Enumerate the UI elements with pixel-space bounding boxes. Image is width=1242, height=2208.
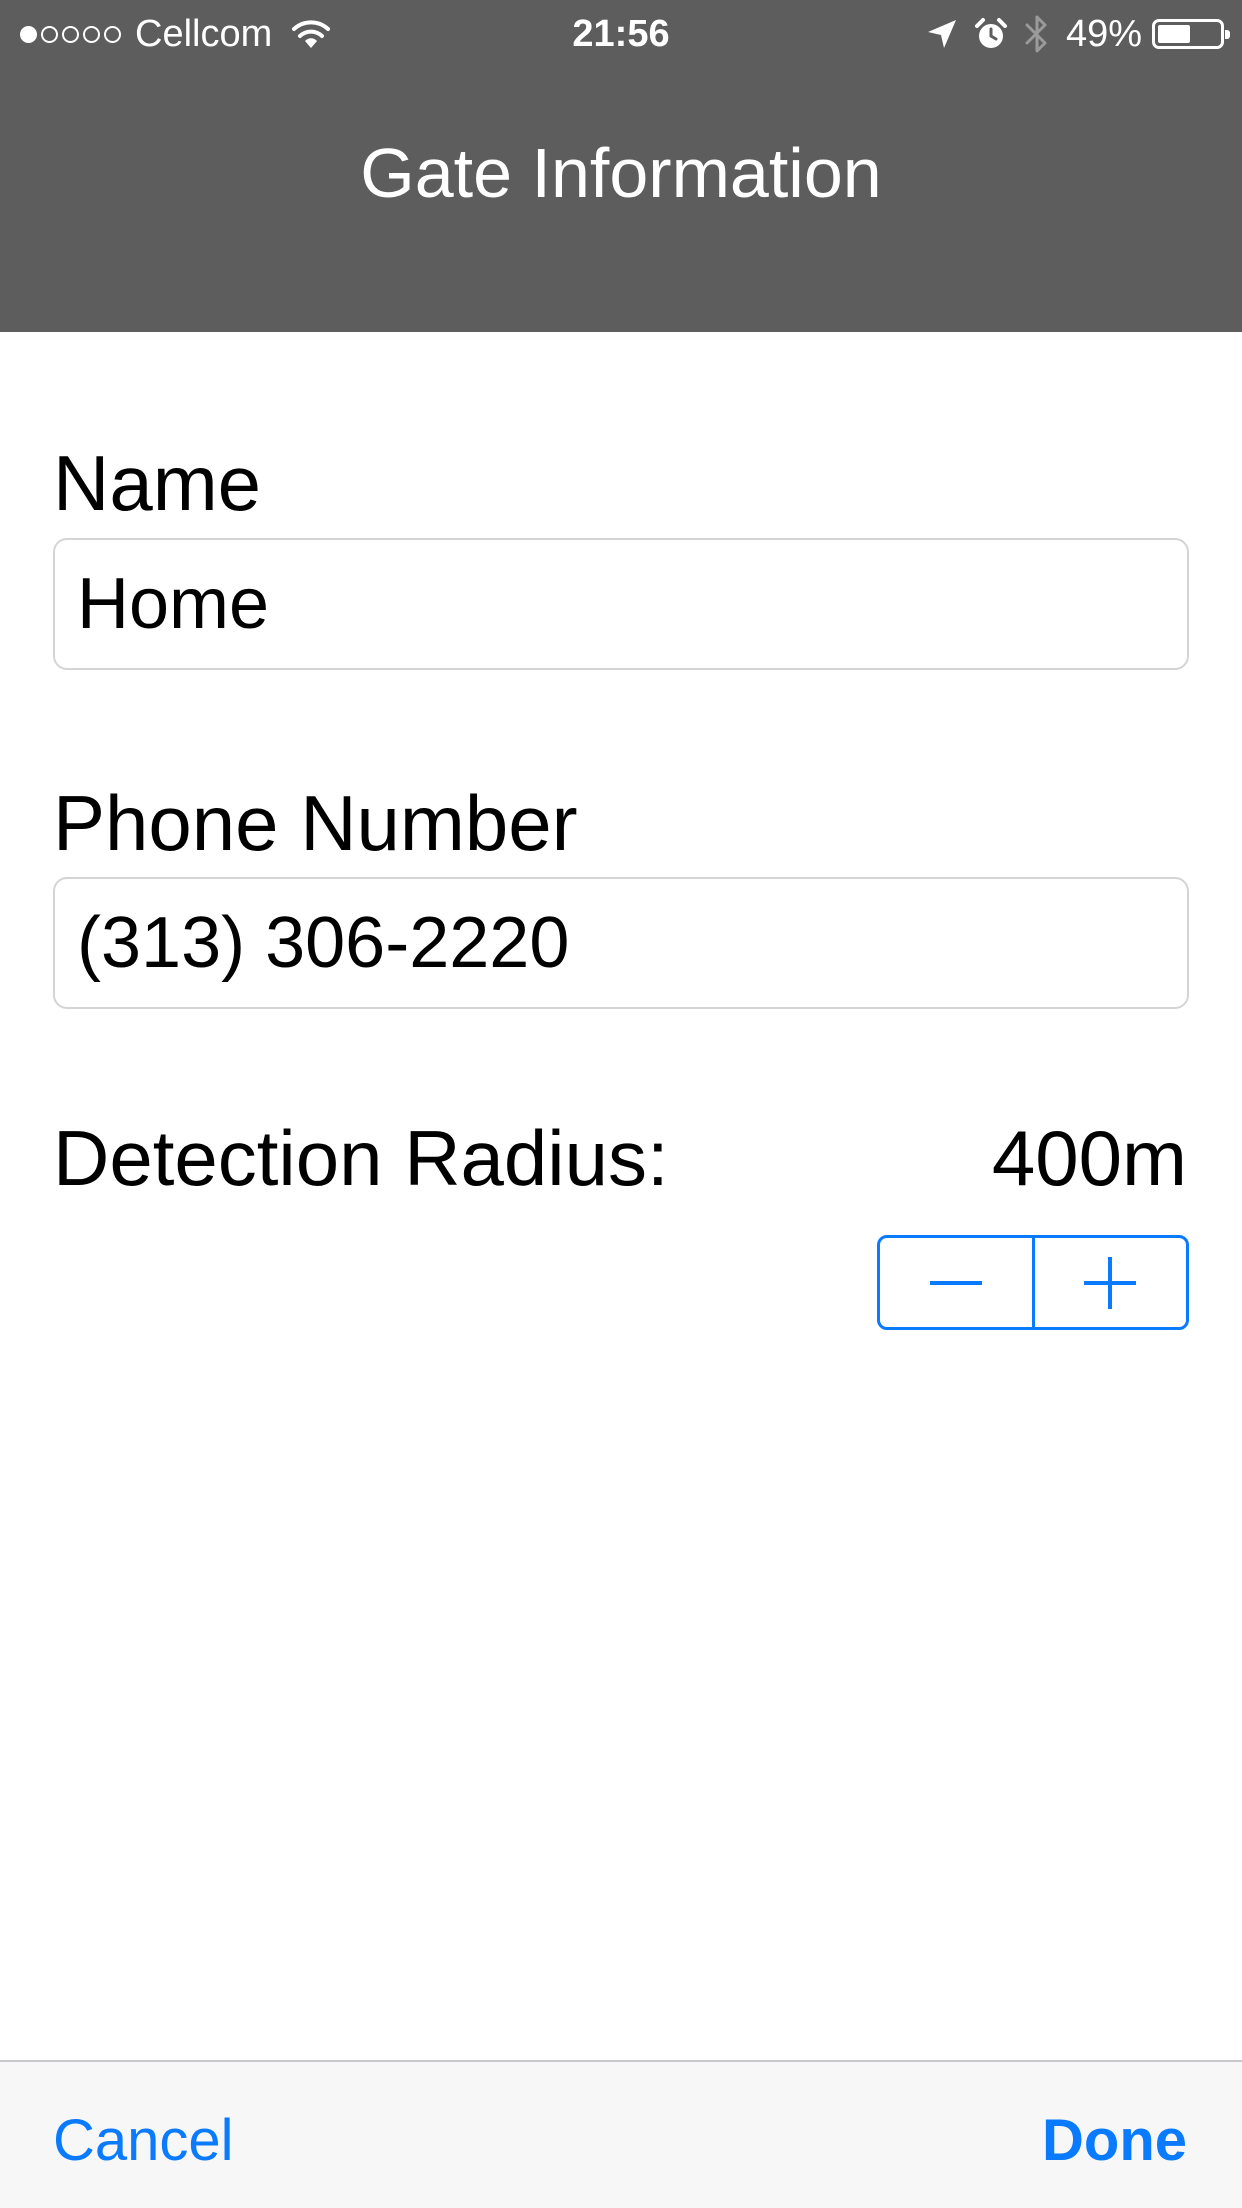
page-title: Gate Information — [360, 134, 882, 212]
alarm-icon — [974, 18, 1007, 48]
detection-radius-label: Detection Radius: — [53, 1114, 669, 1202]
status-bar: Cellcom 21:56 49% — [0, 0, 1242, 66]
status-right: 49% — [926, 12, 1230, 56]
name-input[interactable] — [53, 538, 1189, 670]
location-arrow-icon — [927, 20, 956, 48]
battery-fill — [1158, 25, 1191, 43]
phone-number-label: Phone Number — [53, 779, 578, 867]
header: Cellcom 21:56 49% Gate Information — [0, 0, 1242, 332]
phone-number-input[interactable] — [53, 877, 1189, 1009]
battery-icon — [1152, 19, 1230, 49]
increment-button[interactable] — [1031, 1238, 1187, 1327]
radius-stepper — [877, 1235, 1189, 1330]
battery-percentage: 49% — [1065, 13, 1142, 55]
bluetooth-icon — [1025, 15, 1047, 53]
name-label: Name — [53, 439, 262, 527]
cancel-button[interactable]: Cancel — [53, 2106, 234, 2176]
plus-icon — [1084, 1256, 1137, 1309]
bottom-toolbar: Cancel Done — [0, 2060, 1242, 2208]
minus-icon — [929, 1280, 982, 1285]
detection-radius-value: 400m — [991, 1114, 1187, 1202]
decrement-button[interactable] — [880, 1238, 1032, 1327]
done-button[interactable]: Done — [1042, 2106, 1187, 2176]
